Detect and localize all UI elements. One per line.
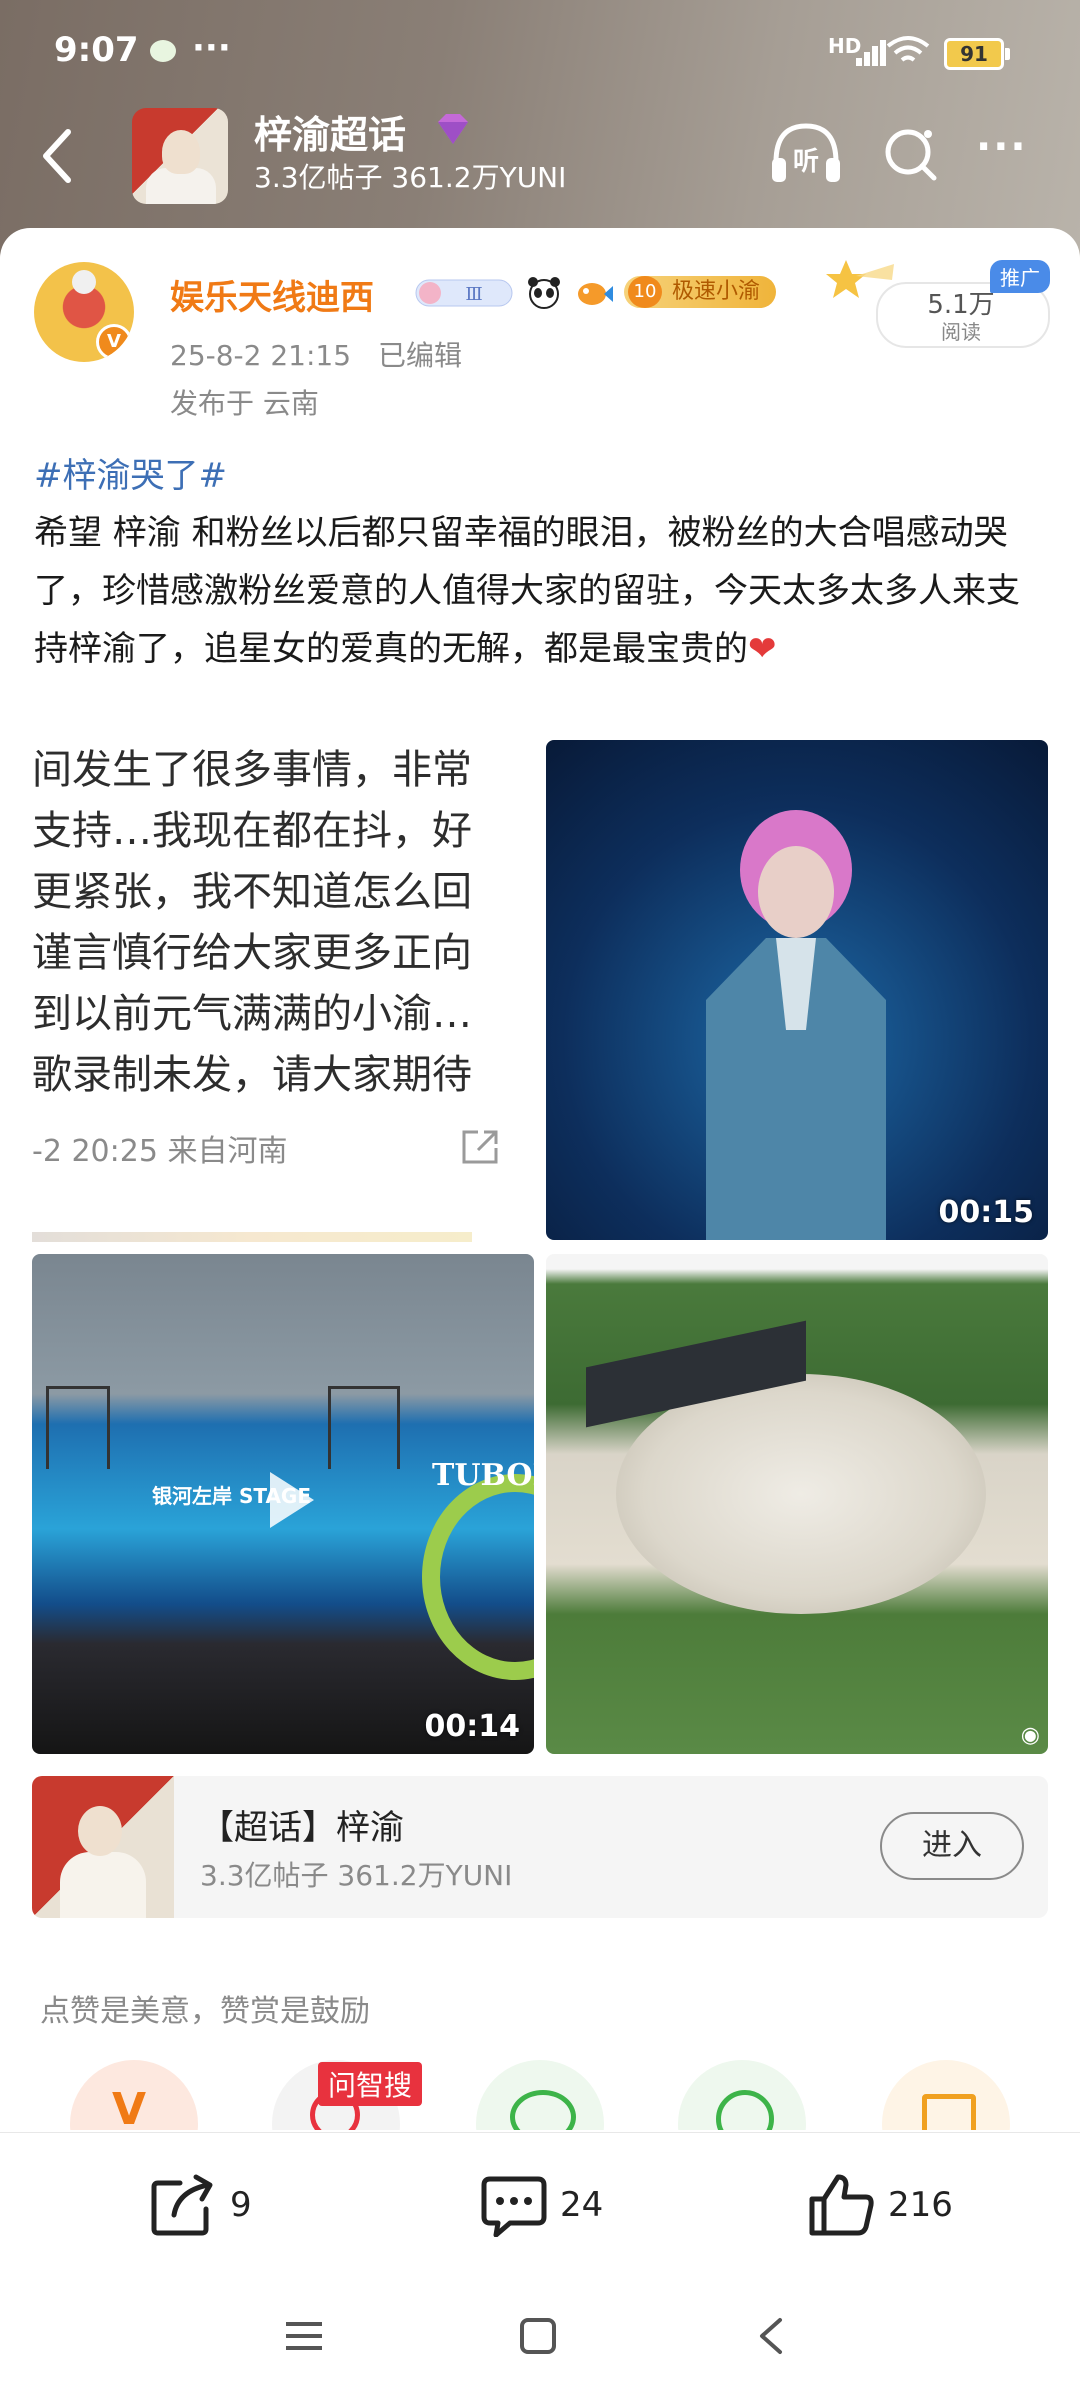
more-options-icon[interactable]: ··· [976,124,1028,170]
promo-tag: 推广 [990,260,1050,293]
post-location: 发布于 云南 [170,387,319,420]
screenshot-text: 间发生了很多事情，非常 支持…我现在都在抖，好 更紧张，我不知道怎么回 谨言慎行… [32,740,534,1106]
home-icon[interactable] [518,2316,558,2356]
level-label: 极速小渝 [672,279,761,304]
stage-truss [328,1386,400,1469]
search-icon[interactable] [880,122,944,186]
heart-emoji-icon: ❤ [748,629,777,669]
action-bar: 9 24 216 [0,2132,1080,2281]
screenshot-line: 更紧张，我不知道怎么回 [32,869,472,915]
status-bar: 9:07 ··· HD 91 [0,0,1080,110]
thumbs-up-icon [809,2174,874,2236]
screenshot-line: 歌录制未发，请大家期待 [32,1052,472,1098]
performer-figure [706,810,886,1240]
like-count: 216 [888,2185,953,2225]
supertopic-stats: 3.3亿帖子 361.2万YUNI [200,1859,513,1892]
topic-stats: 3.3亿帖子 361.2万YUNI [254,161,567,194]
repost-icon [151,2174,213,2236]
svg-text:Ⅲ: Ⅲ [465,284,482,305]
comment-icon [481,2176,547,2237]
crowd-area [616,1374,986,1614]
promotion-badge[interactable]: 5.1万 阅读 推广 [826,250,1050,350]
diamond-badge-icon [438,114,468,144]
stage-truss [46,1386,110,1469]
reward-options: V [0,2050,1080,2130]
post-text: 希望 梓渝 和粉丝以后都只留幸福的眼泪，被粉丝的大合唱感动哭了，珍惜感激粉丝爱意… [34,513,1020,669]
screenshot-line: 到以前元气满满的小渝… [32,991,472,1037]
screenshot-line: 间发生了很多事情，非常 [32,747,472,793]
play-icon[interactable] [270,1472,314,1528]
video-concert-closeup[interactable]: 00:15 [546,740,1048,1240]
video-festival-stage[interactable]: 银河左岸 STAGE TUBOR 00:14 [32,1254,534,1754]
screenshot-line: 支持…我现在都在抖，好 [32,808,472,854]
fan-badge-icon: Ⅲ [415,279,513,307]
reward-prompt: 点赞是美意，赞赏是鼓励 [40,1994,370,2029]
supertopic-thumbnail [32,1776,174,1918]
level-badge: 10 极速小渝 [624,276,777,308]
back-arrow-icon[interactable] [28,126,88,186]
status-more-dots: ··· [192,28,231,68]
menu-icon[interactable] [284,2316,324,2356]
enter-button[interactable]: 进入 [880,1812,1024,1880]
image-aerial-crowd[interactable]: ◉ [546,1254,1048,1754]
supertopic-title: 【超话】梓渝 [200,1808,404,1848]
author-avatar[interactable]: V [34,262,134,362]
edited-label: 已编辑 [377,339,462,372]
status-time: 9:07 [54,30,139,70]
post-date: 25-8-2 21:15 [170,339,352,372]
level-number: 10 [628,276,662,308]
back-nav-icon[interactable] [752,2316,792,2356]
author-name[interactable]: 娱乐天线迪西 [170,270,374,319]
view-label: 阅读 [941,320,981,344]
battery-indicator: 91 [944,38,1010,70]
post-body: 希望 梓渝 和粉丝以后都只留幸福的眼泪，被粉丝的大合唱感动哭了，珍惜感激粉丝爱意… [34,504,1044,678]
reward-v-icon[interactable]: V [70,2060,198,2130]
listen-headphones-icon[interactable]: 听 [768,118,844,188]
supertopic-card[interactable]: 【超话】梓渝 3.3亿帖子 361.2万YUNI 进入 [32,1776,1048,1918]
screenshot-line: 谨言慎行给大家更多正向 [32,930,472,976]
video-duration: 00:14 [424,1709,521,1744]
moments-share-icon[interactable] [678,2060,806,2130]
comment-count: 24 [560,2185,604,2225]
wechat-icon [150,40,176,62]
fish-icon [578,283,613,305]
wifi-icon [886,36,930,62]
verified-badge-icon: V [96,324,132,360]
topic-avatar[interactable] [132,108,228,204]
listen-label: 听 [793,147,819,177]
hashtag-link[interactable]: #梓渝哭了# [34,448,227,497]
brand-text: TUBOR [432,1458,534,1493]
screenshot-footer: -2 20:25 来自河南 [32,1134,288,1169]
repost-count: 9 [230,2185,252,2225]
wenzhisou-badge: 问智搜 [318,2062,423,2106]
panda-icon [528,277,560,309]
comment-button[interactable]: 24 [480,2173,603,2237]
system-navigation-bar [0,2282,1080,2400]
wechat-share-icon[interactable] [476,2060,604,2130]
video-duration: 00:15 [938,1195,1035,1230]
share-icon [462,1130,498,1164]
save-image-icon[interactable] [882,2060,1010,2130]
festival-logo-ring [422,1474,534,1680]
screenshot-fade [32,1232,472,1242]
like-button[interactable]: 216 [808,2173,953,2237]
post-meta: 25-8-2 21:15 已编辑 [170,334,462,374]
repost-button[interactable]: 9 [150,2173,252,2237]
topic-title[interactable]: 梓渝超话 [254,104,406,159]
weibo-watermark-icon: ◉ [1020,1723,1040,1748]
